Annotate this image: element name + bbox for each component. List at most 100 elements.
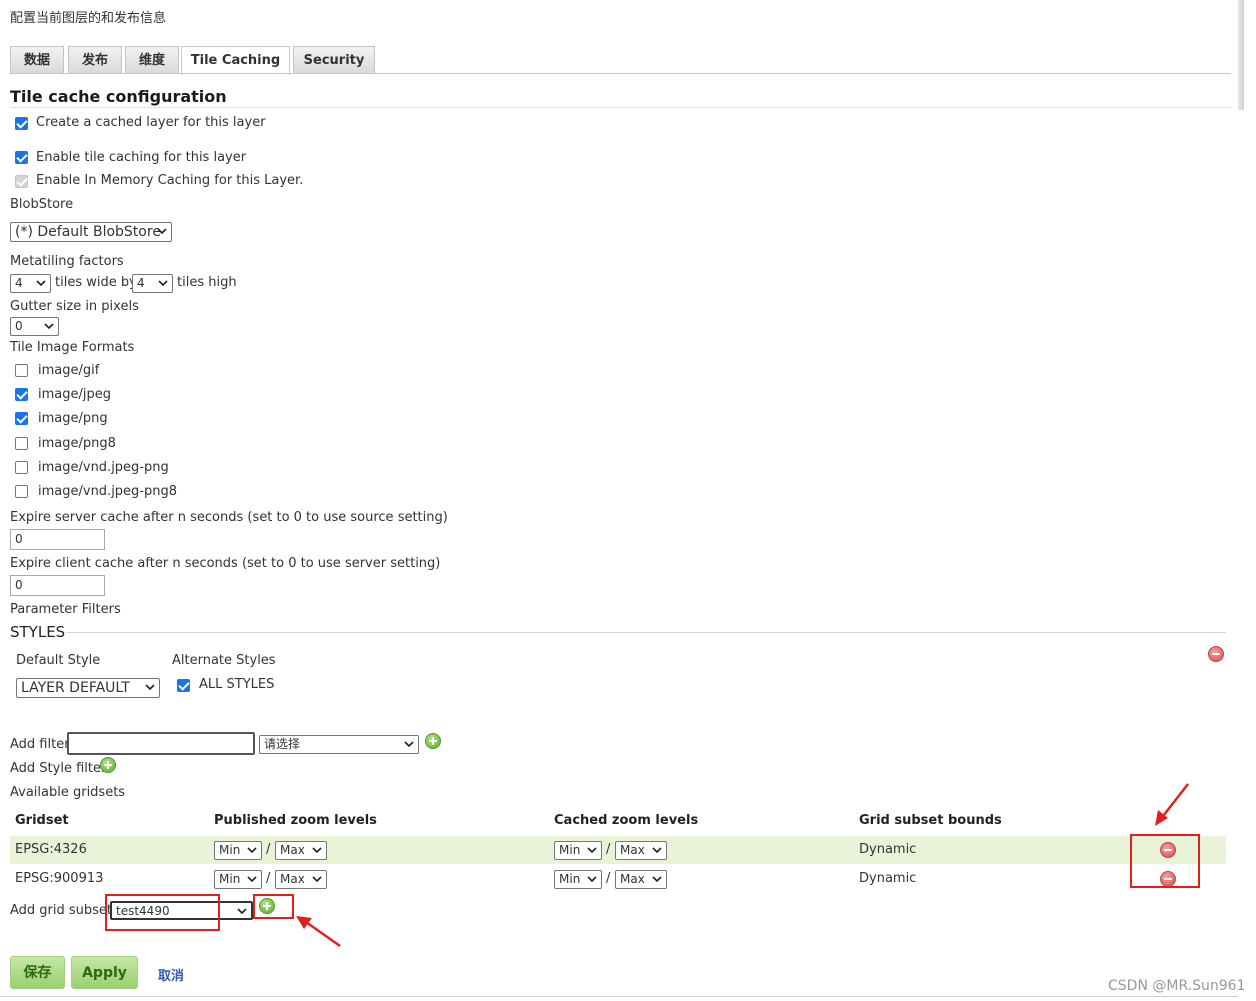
- format-png8-checkbox[interactable]: [15, 437, 28, 450]
- format-png-checkbox[interactable]: [15, 412, 28, 425]
- add-filter-button[interactable]: [425, 733, 441, 749]
- cached-min-value: Min: [559, 872, 581, 886]
- annotation-arrow-icon: [1155, 783, 1189, 826]
- metatile-high-select[interactable]: 4: [132, 274, 173, 293]
- create-cached-layer-checkbox[interactable]: [15, 117, 28, 130]
- chevron-down-icon: [404, 741, 414, 748]
- format-jpeg-png-label: image/vnd.jpeg-png: [38, 460, 169, 475]
- blobstore-value: (*) Default BlobStore: [15, 224, 161, 240]
- chevron-down-icon: [44, 323, 54, 330]
- metatile-wide-select[interactable]: 4: [10, 274, 51, 293]
- gutter-label: Gutter size in pixels: [10, 299, 139, 314]
- tab-divider: [10, 73, 1231, 74]
- default-style-label: Default Style: [16, 653, 101, 668]
- expire-server-label: Expire server cache after n seconds (set…: [10, 510, 448, 525]
- all-styles-label: ALL STYLES: [199, 677, 275, 692]
- format-png-label: image/png: [38, 411, 108, 426]
- annotation-box: [253, 894, 294, 919]
- add-filter-input[interactable]: [67, 732, 255, 755]
- available-gridsets-label: Available gridsets: [10, 785, 126, 800]
- tab-security[interactable]: Security: [293, 46, 375, 74]
- format-png8-label: image/png8: [38, 436, 116, 451]
- published-max-value: Max: [280, 843, 305, 857]
- gridset-name: EPSG:4326: [15, 842, 87, 857]
- gutter-value: 0: [15, 319, 23, 333]
- expire-client-input[interactable]: 0: [10, 575, 105, 596]
- col-gridset-header: Gridset: [15, 813, 69, 828]
- zoom-separator: /: [606, 871, 611, 886]
- create-cached-layer-label: Create a cached layer for this layer: [36, 115, 266, 130]
- scroll-edge: [1238, 0, 1244, 110]
- chevron-down-icon: [587, 847, 597, 854]
- cached-max-value: Max: [620, 872, 645, 886]
- published-min-select[interactable]: Min: [214, 841, 262, 860]
- tab-dimensions[interactable]: 维度: [125, 46, 179, 74]
- grid-bounds-value: Dynamic: [859, 871, 917, 886]
- add-style-filter-label: Add Style filter: [10, 761, 107, 776]
- col-published-zoom-header: Published zoom levels: [214, 813, 377, 828]
- published-max-value: Max: [280, 872, 305, 886]
- gridset-name: EPSG:900913: [15, 871, 104, 886]
- expire-server-input[interactable]: 0: [10, 529, 105, 550]
- published-max-select[interactable]: Max: [275, 841, 327, 860]
- metatile-high-value: 4: [137, 276, 145, 290]
- default-style-value: LAYER DEFAULT: [21, 680, 130, 696]
- cached-min-select[interactable]: Min: [554, 870, 602, 889]
- format-jpeg-png8-label: image/vnd.jpeg-png8: [38, 484, 178, 499]
- save-button[interactable]: 保存: [10, 956, 65, 989]
- cached-max-select[interactable]: Max: [615, 870, 667, 889]
- col-cached-zoom-header: Cached zoom levels: [554, 813, 699, 828]
- annotation-box: [105, 894, 220, 931]
- page-bottom-border: [0, 996, 1238, 997]
- watermark: CSDN @MR.Sun961: [1108, 978, 1246, 994]
- zoom-separator: /: [606, 842, 611, 857]
- tab-data[interactable]: 数据: [10, 46, 64, 74]
- format-jpeg-label: image/jpeg: [38, 387, 111, 402]
- annotation-arrow-icon: [296, 916, 341, 948]
- blobstore-select[interactable]: (*) Default BlobStore: [10, 222, 172, 242]
- published-min-value: Min: [219, 843, 241, 857]
- default-style-select[interactable]: LAYER DEFAULT: [16, 678, 160, 698]
- published-max-select[interactable]: Max: [275, 870, 327, 889]
- blobstore-label: BlobStore: [10, 197, 74, 212]
- cached-max-select[interactable]: Max: [615, 841, 667, 860]
- cached-min-value: Min: [559, 843, 581, 857]
- cached-min-select[interactable]: Min: [554, 841, 602, 860]
- tab-tile-caching[interactable]: Tile Caching: [181, 46, 290, 75]
- enable-tile-caching-checkbox[interactable]: [15, 151, 28, 164]
- expire-client-label: Expire client cache after n seconds (set…: [10, 556, 441, 571]
- add-filter-label: Add filter: [10, 737, 70, 752]
- all-styles-checkbox[interactable]: [177, 679, 190, 692]
- zoom-separator: /: [266, 842, 271, 857]
- tiles-wide-by-label: tiles wide by: [55, 275, 137, 290]
- format-jpeg-png-checkbox[interactable]: [15, 461, 28, 474]
- enable-in-memory-checkbox: [15, 175, 28, 188]
- apply-button[interactable]: Apply: [71, 956, 138, 989]
- chevron-down-icon: [587, 876, 597, 883]
- gutter-select[interactable]: 0: [10, 317, 59, 336]
- add-filter-select[interactable]: 请选择: [259, 735, 419, 754]
- enable-in-memory-label: Enable In Memory Caching for this Layer.: [36, 173, 304, 188]
- metatile-wide-value: 4: [15, 276, 23, 290]
- remove-style-filter-button[interactable]: [1208, 646, 1224, 662]
- section-title: Tile cache configuration: [10, 87, 227, 106]
- section-divider: [10, 107, 1231, 108]
- tab-publishing[interactable]: 发布: [68, 46, 122, 74]
- format-jpeg-png8-checkbox[interactable]: [15, 485, 28, 498]
- styles-legend: STYLES: [10, 623, 66, 641]
- format-gif-label: image/gif: [38, 363, 100, 378]
- add-style-filter-button[interactable]: [100, 757, 116, 773]
- chevron-down-icon: [312, 876, 322, 883]
- format-jpeg-checkbox[interactable]: [15, 388, 28, 401]
- page-subtitle: 配置当前图层的和发布信息: [10, 11, 167, 26]
- format-gif-checkbox[interactable]: [15, 364, 28, 377]
- enable-tile-caching-label: Enable tile caching for this layer: [36, 150, 247, 165]
- chevron-down-icon: [36, 280, 46, 287]
- cancel-link[interactable]: 取消: [158, 965, 184, 984]
- chevron-down-icon: [652, 847, 662, 854]
- chevron-down-icon: [312, 847, 322, 854]
- published-min-select[interactable]: Min: [214, 870, 262, 889]
- annotation-box: [1130, 834, 1200, 888]
- chevron-down-icon: [157, 228, 167, 235]
- styles-divider: [66, 632, 1226, 633]
